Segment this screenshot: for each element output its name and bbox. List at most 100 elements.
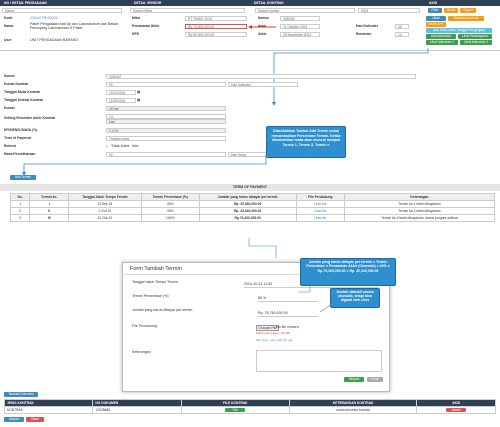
th-ketkontrak: KETERANGAN KONTRAK xyxy=(288,399,418,407)
cell-no: 1 xyxy=(9,200,31,208)
add-termin-button[interactable]: Add Termin xyxy=(10,175,36,180)
header-aksi: AKSI xyxy=(429,1,438,5)
cell-persen: 40% xyxy=(140,200,200,208)
export-button[interactable]: Export xyxy=(460,8,476,13)
filter-button[interactable]: Filter xyxy=(428,8,442,13)
modal-close-button[interactable]: Close xyxy=(367,377,383,382)
modal-ket-textarea[interactable] xyxy=(256,350,382,372)
modal-title: Form Tambah Termin xyxy=(130,266,182,272)
kontrak-filter-input[interactable]: Search Nomor xyxy=(255,8,355,13)
realisasi-button[interactable]: Realisasi Kontrak xyxy=(448,16,484,21)
th-persen: Termin Persentase (%) xyxy=(140,193,200,201)
modal-tgl-label: Tanggal Jatuh Tempo Termin xyxy=(132,280,178,284)
modal-jumlah-input[interactable]: Rp. 25,760,000.00 xyxy=(258,311,318,317)
awal-value: 11 October 2024 xyxy=(280,24,320,29)
hps-value: Rp 80,200,000.00 xyxy=(185,32,247,37)
lihat-adendum1-button[interactable]: Lihat Adendum 1 xyxy=(426,40,458,45)
calendar-icon[interactable]: ▦ xyxy=(137,90,140,95)
form-top-label: Term of Payment xyxy=(4,136,32,140)
modal-ket-label: Keterangan xyxy=(132,350,151,354)
calendar-icon[interactable]: ▦ xyxy=(137,98,140,103)
awal-label: Awal xyxy=(258,24,266,28)
cell-termin: II xyxy=(29,207,70,215)
dokumen-table: JENIS KONTRAK NO DOKUMEN FILE KONTRAK KE… xyxy=(3,399,496,414)
th-keterangan: Keterangan xyxy=(343,193,496,201)
form-top-input[interactable]: Transfer bank xyxy=(106,136,226,141)
delete-button[interactable]: Delete xyxy=(446,408,467,412)
nama-label: Nama xyxy=(4,24,14,28)
akhir-value: 29 November 2024 xyxy=(280,32,320,37)
lihat-pembayaran-button[interactable]: Lihat Pembayaran xyxy=(458,34,492,39)
simpan-button[interactable]: Simpan xyxy=(4,417,24,422)
vendor-filter-input[interactable]: Search Mitra xyxy=(130,8,245,13)
modal-persen-label: Termin Persentase (%) xyxy=(132,294,169,298)
reminder-value: 14 xyxy=(395,32,409,37)
table-row: 1 I 13 Sep 24 40% Rp. 25,380,000.00 Liha… xyxy=(9,200,496,208)
form-durasi-unit-select[interactable]: Hari Kalender xyxy=(228,82,298,87)
batal-button[interactable]: Batal xyxy=(26,417,44,422)
th-filekontrak: FILE KONTRAK xyxy=(180,399,290,407)
reset-button[interactable]: Reset xyxy=(444,8,458,13)
add-adendum-button[interactable]: Add Adendum xyxy=(426,34,456,39)
th-aksi: AKSI xyxy=(416,399,496,407)
header-kontrak: DETAIL KONTRAK xyxy=(254,1,284,5)
form-tgl-selesai-input[interactable]: 11/29/2024 xyxy=(106,98,136,103)
hari-kalender-label: Hari Kalender xyxy=(356,24,379,28)
cell-keterangan: Termin ke-1 telah dibayarkan xyxy=(343,200,496,208)
cell-nodok: 12345688 xyxy=(92,406,182,414)
cell-aksi: Delete xyxy=(416,406,496,414)
lihat-file-link[interactable]: Lihat file xyxy=(295,207,345,215)
cell-termin: I xyxy=(29,200,70,208)
hari-kalender-value: 46 xyxy=(395,24,409,29)
form-tgl-mulai-label: Tanggal Mulai Kontrak xyxy=(4,90,41,94)
form-reminder-unit: Hari xyxy=(106,119,226,124)
spk-button[interactable]: Berita SPK xyxy=(426,22,446,27)
header-pengadaan: NO / DETAIL PENGADAAN xyxy=(4,1,47,5)
penawaran-label: Penawaran Akhir xyxy=(132,24,160,28)
tanggal-pengerjaan-button[interactable]: Add Data Untuk Tanggal Pengerjaan xyxy=(426,28,492,33)
callout-add-termin: Ditambahkan Tombol Add Termin untuk mena… xyxy=(266,126,346,158)
cell-tanggal: 1-Oct-24 xyxy=(68,207,142,215)
th-jumlah: Jumlah yang harus dibayar per termin xyxy=(198,193,297,201)
form-nomor-input[interactable]: 3252/52 xyxy=(106,74,416,79)
cell-ket: surat dokumen kontrak xyxy=(288,406,418,414)
akhir-label: Akhir xyxy=(258,32,267,36)
cell-no: 2 xyxy=(9,207,31,215)
form-durasi-input[interactable]: 90 xyxy=(106,82,226,87)
cell-jenis: KONTRAK xyxy=(3,406,94,414)
th-termin: Termin ke- xyxy=(29,193,70,201)
header-vendor: DETAIL VENDOR xyxy=(134,1,162,5)
form-reminder-label: Setting Reminder Akhir Kontrak xyxy=(4,116,56,120)
modal-file-label: File Pendukung xyxy=(132,324,157,328)
callout3-arrow-icon xyxy=(319,304,333,313)
lihat-adendum2-button[interactable]: Lihat Adendum 2 xyxy=(460,40,492,45)
modal-simpan-button[interactable]: Simpan xyxy=(344,377,364,382)
mitra-label: Mitra xyxy=(132,16,141,20)
lihat-file-link[interactable]: Lihat file xyxy=(295,200,345,208)
cell-persen: 40% xyxy=(140,207,200,215)
table-row: 3 III 31-Oct-24 100% Rp.79,400,000.00 Li… xyxy=(9,214,496,222)
year-select[interactable]: 2024 xyxy=(358,8,420,13)
cell-jumlah: Rp. 25,380,000.00 xyxy=(198,200,297,208)
form-durasi-label: Durasi Kontrak xyxy=(4,82,29,86)
kode-value[interactable]: 2024-KTR-00024 xyxy=(30,16,58,21)
mitra-value: PT TIMSO TIGS xyxy=(185,16,247,21)
nama-filter-input[interactable]: Nama xyxy=(2,8,122,13)
file-button[interactable]: File xyxy=(225,408,246,412)
penawaran-value: Rp 79,400,000.00 xyxy=(185,24,247,29)
user-label: User xyxy=(4,38,12,42)
callout-arrow-icon xyxy=(22,154,267,176)
table-row: KONTRAK 12345688 File surat dokumen kont… xyxy=(3,406,496,414)
th-tanggal: Tanggal Jatuh Tempo Termin xyxy=(68,193,142,201)
form-durasi2-value: 49 hari xyxy=(106,106,226,111)
file-note-size: Maksimal upload : 20 MB xyxy=(256,331,290,335)
ubah-button[interactable]: Ubah xyxy=(426,16,446,21)
reminder-label: Reminder xyxy=(356,32,372,36)
tambah-dokumen-button[interactable]: Tambah Dokumen xyxy=(4,392,38,397)
form-nomor-label: Nomor xyxy=(4,74,15,78)
cell-jumlah: Rp.79,400,000.00 xyxy=(198,214,297,222)
th-no: No. xyxy=(9,193,31,201)
form-tgl-mulai-input[interactable]: 10/11/2024 xyxy=(106,90,136,95)
lihat-file-link[interactable]: Lihat file xyxy=(295,214,345,222)
cell-termin: III xyxy=(29,214,70,222)
